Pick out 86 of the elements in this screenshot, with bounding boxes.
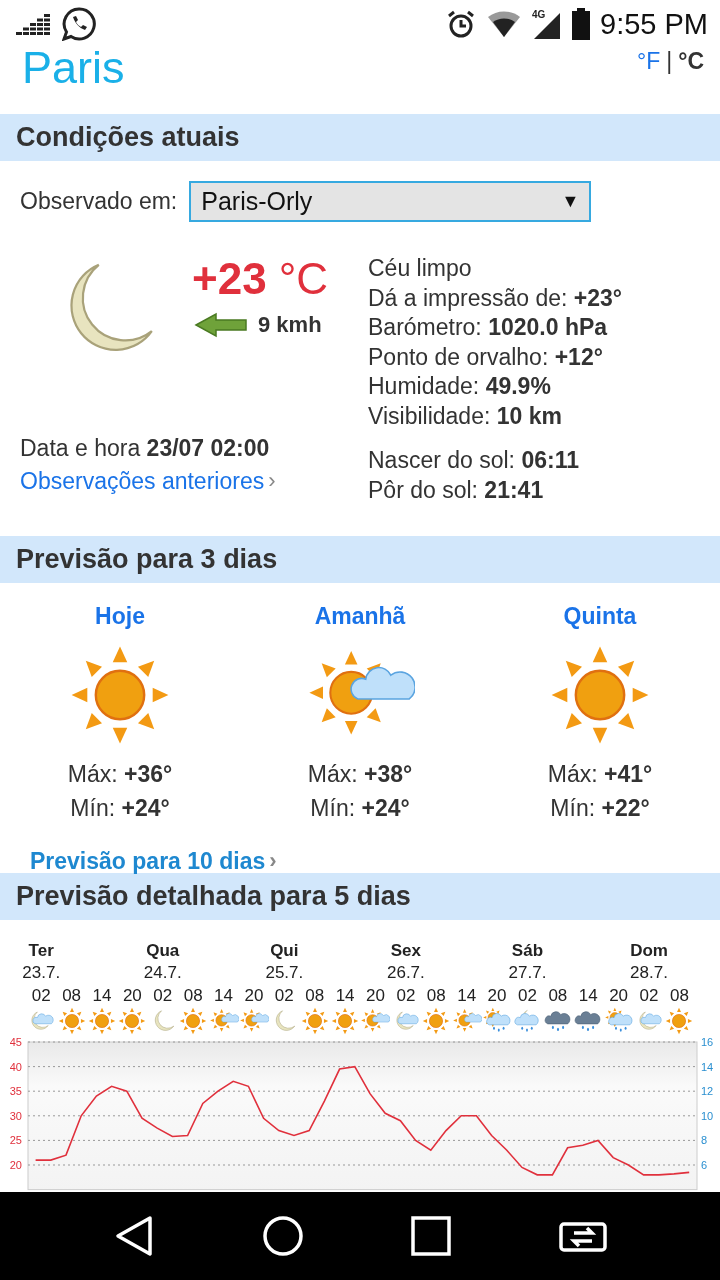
- detail-text: Barómetro: 1020.0 hPa: [368, 313, 609, 342]
- hour-label: 20: [244, 986, 264, 1006]
- hour-label: 14: [457, 986, 477, 1006]
- day-date: 26.7.: [387, 962, 425, 984]
- wind-speed: 9 kmh: [258, 312, 322, 338]
- axis-label: 45: [9, 1036, 22, 1048]
- hour-label: 08: [548, 986, 568, 1006]
- observed-label: Observado em:: [20, 188, 178, 215]
- day-date: 27.7.: [508, 962, 547, 984]
- max-temperature: Máx: +36°: [67, 760, 173, 789]
- sun-time: Nascer do sol: 06:11: [368, 446, 580, 475]
- day-name: Dom: [630, 940, 668, 962]
- section-header: Previsão para 3 dias: [0, 536, 720, 583]
- unit-toggle[interactable]: °C: [678, 48, 704, 75]
- day-link[interactable]: Hoje: [95, 603, 145, 630]
- current-temperature: +23 °C: [192, 254, 328, 304]
- day-name: Ter: [28, 940, 54, 962]
- day-link[interactable]: Quinta: [563, 603, 637, 630]
- day-date: 24.7.: [143, 962, 182, 984]
- axis-label: 30: [9, 1109, 22, 1122]
- day-link[interactable]: Amanhã: [314, 603, 406, 630]
- recents-icon: [409, 1214, 454, 1258]
- axis-label: 8: [701, 1134, 708, 1147]
- hour-label: 14: [92, 986, 112, 1006]
- hour-label: 08: [62, 986, 82, 1006]
- axis-label: 20: [9, 1159, 22, 1171]
- hour-label: 14: [578, 986, 598, 1006]
- detail-text: Ponto de orvalho: +12°: [368, 342, 604, 372]
- day-date: 28.7.: [630, 962, 668, 984]
- hour-label: 02: [153, 986, 173, 1006]
- observation-time: Data e hora 23/07 02:00: [20, 434, 271, 463]
- axis-label: 12: [701, 1085, 714, 1098]
- detail-text: Humidade: 49.9%: [368, 372, 552, 401]
- min-temperature: Mín: +24°: [310, 793, 410, 823]
- day-name: Qui: [270, 940, 299, 962]
- station-dropdown[interactable]: Paris-Orly ▼: [189, 181, 592, 222]
- axis-label: 14: [701, 1060, 714, 1073]
- hour-label: 02: [274, 986, 294, 1006]
- axis-label: 40: [9, 1060, 22, 1073]
- hour-label: 02: [518, 986, 537, 1006]
- detail-text: Visibilidade: 10 km: [368, 401, 563, 431]
- hour-label: 08: [426, 986, 446, 1006]
- hour-label: 14: [214, 986, 233, 1006]
- day-name: Qua: [146, 940, 180, 962]
- hour-label: 14: [335, 986, 355, 1006]
- axis-label: 16: [701, 1036, 714, 1048]
- hour-label: 08: [669, 986, 689, 1006]
- hour-label: 08: [305, 986, 325, 1006]
- max-temperature: Máx: +38°: [307, 760, 413, 789]
- forecast-link[interactable]: Previsão para 10 dias ›: [0, 823, 720, 873]
- wind-arrow-icon: [194, 312, 248, 338]
- history-link[interactable]: Observações anteriores ›: [20, 463, 368, 498]
- wifi-icon: [486, 9, 522, 39]
- unit-separator: |: [666, 48, 673, 75]
- city-name: Paris: [22, 48, 125, 88]
- detail-text: Céu limpo: [368, 254, 473, 283]
- hour-label: 08: [183, 986, 203, 1006]
- equalizer-icon: [16, 13, 52, 35]
- battery-icon: [572, 8, 590, 40]
- hour-label: 20: [122, 986, 142, 1006]
- hour-label: 20: [366, 986, 385, 1006]
- detail-text: Dá a impressão de: +23°: [368, 283, 623, 313]
- hour-label: 20: [609, 986, 629, 1006]
- day-date: 25.7.: [265, 962, 304, 984]
- sun-time: Pôr do sol: 21:41: [368, 475, 545, 505]
- min-temperature: Mín: +22°: [550, 793, 650, 823]
- chat-bubble-icon: [62, 7, 96, 41]
- section-header: Condições atuais: [0, 114, 720, 161]
- axis-label: 25: [9, 1134, 22, 1147]
- section-header: Previsão detalhada para 5 dias: [0, 873, 720, 920]
- alarm-icon: [446, 9, 476, 39]
- axis-label: 6: [701, 1159, 708, 1171]
- hour-label: 02: [396, 986, 416, 1006]
- axis-label: 35: [9, 1085, 22, 1098]
- axis-label: 10: [701, 1109, 714, 1122]
- clock-time: 9:55 PM: [600, 7, 708, 41]
- max-temperature: Máx: +41°: [547, 760, 653, 789]
- min-temperature: Mín: +24°: [70, 793, 170, 823]
- hour-label: 02: [639, 986, 659, 1006]
- hour-label: 02: [31, 986, 51, 1006]
- home-icon: [260, 1214, 305, 1258]
- day-date: 23.7.: [22, 962, 61, 984]
- unit-toggle[interactable]: °F: [636, 48, 661, 75]
- day-name: Sex: [390, 940, 421, 962]
- day-name: Sáb: [511, 940, 544, 962]
- hour-label: 20: [487, 986, 507, 1006]
